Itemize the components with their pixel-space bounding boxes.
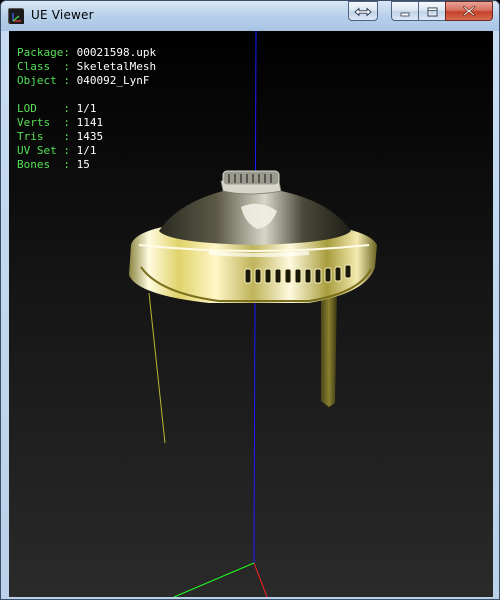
info-label: Verts : [17,116,77,129]
info-row-lod: LOD : 1/1 [17,102,156,116]
app-icon [8,8,24,24]
info-label: Object : [17,74,77,87]
info-row-object: Object : 040092_LynF [17,74,156,88]
info-label: Package: [17,46,77,59]
info-label: UV Set : [17,144,77,157]
info-label: LOD : [17,102,77,115]
minimize-icon [400,2,410,21]
title-bar[interactable]: UE Viewer [1,1,499,31]
info-value: 15 [76,158,90,171]
helmet-strap [321,293,337,407]
minimize-button[interactable] [391,1,418,21]
info-label: Class : [17,60,77,73]
info-value: 1141 [76,116,104,129]
info-label: Bones : [17,158,77,171]
info-value: 1/1 [76,144,97,157]
info-row-uvset: UV Set : 1/1 [17,144,156,158]
info-value: 1/1 [76,102,97,115]
close-button[interactable] [445,1,493,21]
maximize-icon [427,2,438,21]
ue-viewer-window: UE Viewer Package: 00021598.upk Class: … [0,0,500,600]
3d-viewport[interactable]: Package: 00021598.upk Class : SkeletalMe… [9,31,493,597]
info-value: 1435 [76,130,104,143]
info-value: SkeletalMesh [76,60,157,73]
close-icon [462,2,476,21]
window-title: UE Viewer [31,8,94,22]
x-axis-line [253,562,268,597]
info-value: 00021598.upk [76,46,157,59]
info-row-package: Package: 00021598.upk [17,46,156,60]
swap-arrows-icon [354,2,372,21]
bone-line [148,292,166,444]
info-row-tris: Tris : 1435 [17,130,156,144]
info-row-bones: Bones : 15 [17,158,156,172]
info-row-verts: Verts : 1141 [17,116,156,130]
maximize-button[interactable] [418,1,445,21]
info-value: 040092_LynF [76,74,150,87]
info-label: Tris : [17,130,77,143]
info-row-class: Class : SkeletalMesh [17,60,156,74]
swap-button[interactable] [348,1,378,21]
mesh-info-panel: Package: 00021598.upk Class : SkeletalMe… [17,46,156,172]
y-axis-line [173,562,255,597]
